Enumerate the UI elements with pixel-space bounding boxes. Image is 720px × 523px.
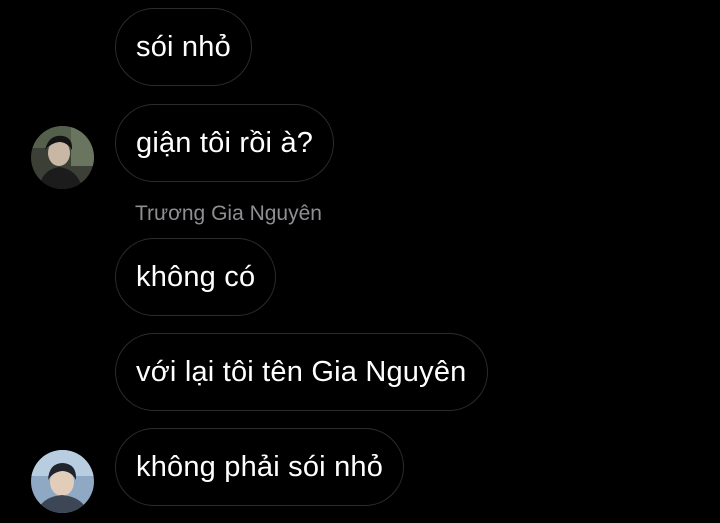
avatar[interactable] [31,126,94,189]
message-text: giận tôi rồi à? [136,126,314,159]
avatar[interactable] [31,450,94,513]
message-bubble[interactable]: không phải sói nhỏ [115,428,405,506]
user-avatar-icon [31,126,94,189]
message-text: không có [136,260,256,293]
message-bubble[interactable]: với lại tôi tên Gia Nguyên [115,333,488,411]
message-bubble[interactable]: không có [115,238,277,316]
message-bubble[interactable]: sói nhỏ [115,8,252,86]
message-bubble[interactable]: giận tôi rồi à? [115,104,335,182]
message-text: sói nhỏ [136,30,231,63]
message-text: với lại tôi tên Gia Nguyên [136,355,467,388]
message-text: không phải sói nhỏ [136,450,384,483]
user-avatar-icon [31,450,94,513]
sender-name: Trương Gia Nguyên [135,202,322,225]
